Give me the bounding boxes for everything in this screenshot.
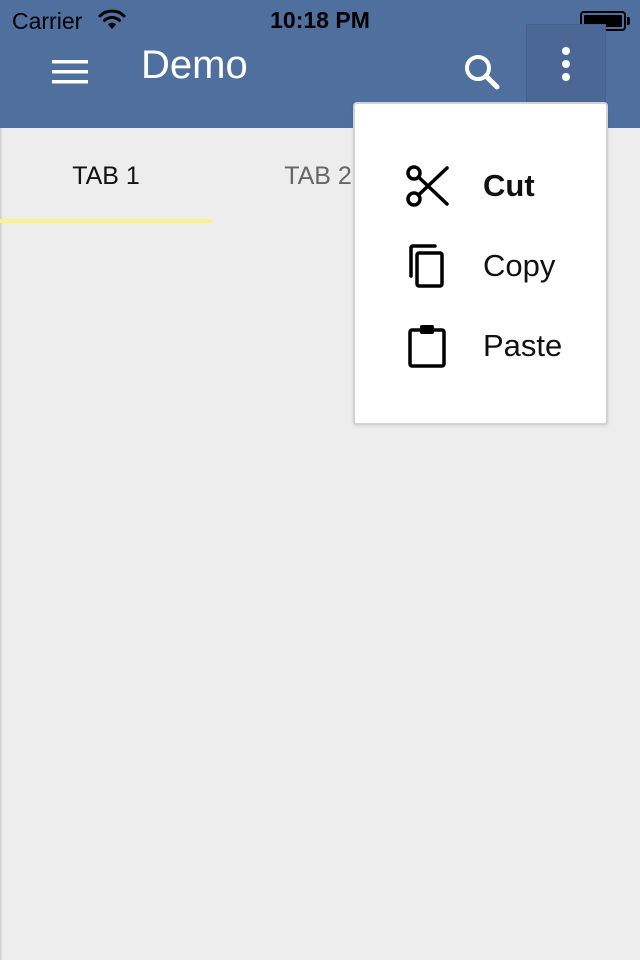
menu-item-cut[interactable]: Cut [355, 146, 606, 226]
copy-icon [405, 244, 449, 288]
battery-tip [627, 17, 630, 25]
tab-indicator [0, 219, 212, 223]
tab-2-label: TAB 2 [284, 161, 352, 190]
tab-1-label: TAB 1 [72, 161, 140, 190]
clipboard-icon [405, 324, 449, 368]
menu-button[interactable] [44, 46, 96, 98]
tab-1[interactable]: TAB 1 [0, 128, 212, 224]
overflow-popup-menu: Cut Copy Paste [353, 102, 608, 425]
overflow-menu-button[interactable] [526, 24, 606, 104]
menu-item-cut-label: Cut [483, 168, 535, 203]
scissors-icon [405, 164, 449, 208]
content-left-edge [0, 128, 3, 960]
hamburger-menu-icon [52, 60, 88, 84]
search-button[interactable] [456, 46, 508, 98]
menu-item-copy-label: Copy [483, 248, 556, 283]
search-icon [465, 55, 500, 90]
menu-item-copy[interactable]: Copy [355, 226, 606, 306]
menu-item-paste[interactable]: Paste [355, 306, 606, 386]
more-vert-icon [562, 47, 570, 81]
page-title: Demo [141, 43, 248, 87]
menu-item-paste-label: Paste [483, 328, 563, 363]
